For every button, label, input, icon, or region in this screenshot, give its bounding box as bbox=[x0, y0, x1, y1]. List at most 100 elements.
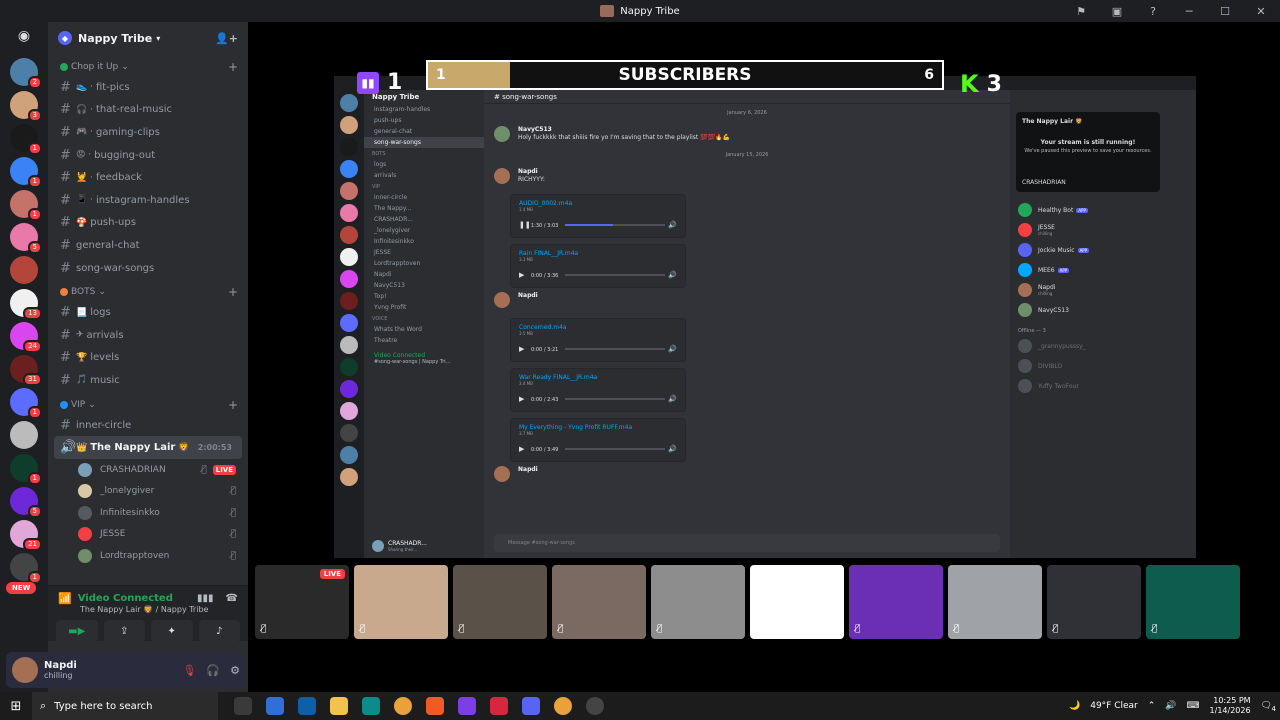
video-tile[interactable]: 🎙̸ LIVE bbox=[255, 565, 349, 639]
member-entry[interactable]: MEE6 APP bbox=[1010, 260, 1196, 280]
screen-icon[interactable]: ▣ bbox=[1110, 5, 1124, 18]
offline-member[interactable]: Yuffy TwoFour bbox=[1010, 376, 1196, 396]
gear-icon[interactable]: ⚙ bbox=[230, 664, 240, 677]
inner-channel[interactable]: arrivals bbox=[364, 170, 484, 181]
inner-channel[interactable]: Lordtrapptoven bbox=[364, 258, 484, 269]
taskbar-search[interactable]: ⌕ Type here to search bbox=[32, 692, 218, 720]
inner-channel[interactable]: push-ups bbox=[364, 115, 484, 126]
category-chop[interactable]: Chop it Up ⌄ + bbox=[48, 58, 248, 76]
channel-gaming-clips[interactable]: # 🎮 · gaming-clips bbox=[48, 121, 248, 144]
discord-taskbar-icon[interactable] bbox=[522, 697, 540, 715]
maximize-button[interactable]: ☐ bbox=[1218, 5, 1232, 18]
add-user-icon[interactable]: 👤+ bbox=[215, 32, 238, 45]
video-tile[interactable]: 🎙̸ bbox=[552, 565, 646, 639]
voice-user[interactable]: Infinitesinkko 🎙̸ bbox=[48, 502, 248, 524]
volume-icon[interactable]: 🔊 bbox=[668, 345, 677, 353]
channel-fit-pics[interactable]: # 👟 · fit-pics bbox=[48, 76, 248, 99]
add-channel-icon[interactable]: + bbox=[228, 285, 238, 299]
channel-song-war-songs[interactable]: # song-war-songs bbox=[48, 257, 248, 280]
add-channel-icon[interactable]: + bbox=[228, 60, 238, 74]
obs-icon[interactable] bbox=[586, 697, 604, 715]
offline-member[interactable]: DIVIBLO bbox=[1010, 356, 1196, 376]
mail-icon[interactable] bbox=[298, 697, 316, 715]
close-button[interactable]: ✕ bbox=[1254, 5, 1268, 18]
inner-channel[interactable]: song-war-songs bbox=[364, 137, 484, 148]
guild-header[interactable]: ◆ Nappy Tribe ▾ 👤+ bbox=[48, 22, 248, 54]
voice-user[interactable]: JESSE 🎙̸ bbox=[48, 523, 248, 545]
inner-channel[interactable]: logs bbox=[364, 159, 484, 170]
camera-button[interactable]: ▬▶ bbox=[56, 620, 98, 642]
category-bots[interactable]: BOTS ⌄ + bbox=[48, 283, 248, 301]
inner-channel[interactable]: Napdi bbox=[364, 269, 484, 280]
inner-channel[interactable]: Whats the Word bbox=[364, 324, 484, 335]
video-tile[interactable]: 🎙̸ bbox=[1146, 565, 1240, 639]
channel-logs[interactable]: # 📃 logs bbox=[48, 301, 248, 324]
video-tile[interactable]: 🎙̸ bbox=[354, 565, 448, 639]
activities-button[interactable]: ✦ bbox=[151, 620, 193, 642]
headphones-icon[interactable]: 🎧 bbox=[206, 664, 220, 677]
seek-bar[interactable] bbox=[565, 274, 665, 276]
new-unreads-pill[interactable]: NEW bbox=[6, 582, 37, 594]
channel-instagram-handles[interactable]: # 📱 · instagram-handles bbox=[48, 189, 248, 212]
edge-icon[interactable] bbox=[362, 697, 380, 715]
play-icon[interactable]: ▶ bbox=[519, 271, 524, 279]
channel-levels[interactable]: # 🏆 levels bbox=[48, 347, 248, 370]
inner-channel[interactable]: CRASHADR... bbox=[364, 214, 484, 225]
play-icon[interactable]: ▶ bbox=[519, 445, 524, 453]
inner-channel[interactable]: inner-circle bbox=[364, 192, 484, 203]
inner-channel[interactable]: Yvng Profit bbox=[364, 302, 484, 313]
member-entry[interactable]: Napdi chilling bbox=[1010, 280, 1196, 300]
chrome-icon[interactable] bbox=[394, 697, 412, 715]
folder-icon[interactable] bbox=[330, 697, 348, 715]
attachment-filename[interactable]: AUDIO_0002.m4a bbox=[519, 200, 677, 207]
minimize-button[interactable]: ─ bbox=[1182, 5, 1196, 18]
seek-bar[interactable] bbox=[565, 224, 665, 226]
channel-feedback[interactable]: # 💆 · feedback bbox=[48, 166, 248, 189]
inner-channel[interactable]: NavyC513 bbox=[364, 280, 484, 291]
channel-arrivals[interactable]: # ✈ arrivals bbox=[48, 324, 248, 347]
seek-bar[interactable] bbox=[565, 348, 665, 350]
clock[interactable]: 10:25 PM 1/14/2026 bbox=[1210, 696, 1251, 716]
server-icon[interactable]: 1 bbox=[10, 388, 42, 419]
member-entry[interactable]: Healthy Bot APP bbox=[1010, 200, 1196, 220]
inner-channel[interactable]: _lonelygiver bbox=[364, 225, 484, 236]
add-channel-icon[interactable]: + bbox=[228, 398, 238, 412]
inner-channel[interactable]: Infinitesinkko bbox=[364, 236, 484, 247]
app-icon[interactable] bbox=[458, 697, 476, 715]
member-entry[interactable]: NavyC513 bbox=[1010, 300, 1196, 320]
seek-bar[interactable] bbox=[565, 448, 665, 450]
attachment-filename[interactable]: My Everything - Yvng Profit RUFF.m4a bbox=[519, 424, 677, 431]
inner-channel[interactable]: JESSE bbox=[364, 247, 484, 258]
server-icon[interactable]: 1 bbox=[10, 124, 42, 155]
voice-channel-nappy-lair[interactable]: 🔊 👑 The Nappy Lair 🦁 2:00:53 bbox=[54, 436, 242, 459]
server-icon[interactable]: 13 bbox=[10, 289, 42, 320]
help-icon[interactable]: ? bbox=[1146, 5, 1160, 18]
task-view-icon[interactable] bbox=[234, 697, 252, 715]
inner-channel[interactable]: Theatre bbox=[364, 335, 484, 346]
voice-user[interactable]: Lordtrapptoven 🎙̸ bbox=[48, 545, 248, 567]
server-icon[interactable]: 24 bbox=[10, 322, 42, 353]
tray-overflow-icon[interactable]: ⌃ bbox=[1148, 701, 1156, 711]
attachment-filename[interactable]: War Ready FINAL__JR.m4a bbox=[519, 374, 677, 381]
server-icon[interactable] bbox=[10, 256, 38, 284]
server-icon[interactable]: 21 bbox=[10, 520, 42, 551]
video-tile[interactable]: 🎙̸ bbox=[948, 565, 1042, 639]
server-icon[interactable]: 5 bbox=[10, 223, 42, 254]
disconnect-icon[interactable]: ☎ bbox=[226, 593, 238, 604]
play-icon[interactable]: ▶ bbox=[519, 345, 524, 353]
inner-channel[interactable]: general-chat bbox=[364, 126, 484, 137]
video-tile[interactable]: 🎙̸ bbox=[651, 565, 745, 639]
weather-text[interactable]: 49°F Clear bbox=[1090, 701, 1138, 711]
avatar[interactable] bbox=[12, 657, 38, 683]
channel-general-chat[interactable]: # general-chat bbox=[48, 234, 248, 257]
screen-share-button[interactable]: ⇪ bbox=[103, 620, 145, 642]
server-icon[interactable]: 2 bbox=[10, 58, 42, 89]
noise-suppression-icon[interactable]: ▮▮▮ bbox=[197, 593, 214, 604]
server-icon[interactable]: 1 bbox=[10, 157, 42, 188]
discord-home-icon[interactable]: ◉ bbox=[10, 28, 38, 48]
server-icon[interactable]: 3 bbox=[10, 91, 42, 122]
server-icon[interactable]: 1 bbox=[10, 190, 42, 221]
volume-icon[interactable]: 🔊 bbox=[668, 271, 677, 279]
video-tile[interactable]: 🎙̸ bbox=[849, 565, 943, 639]
server-icon[interactable]: 5 bbox=[10, 487, 42, 518]
